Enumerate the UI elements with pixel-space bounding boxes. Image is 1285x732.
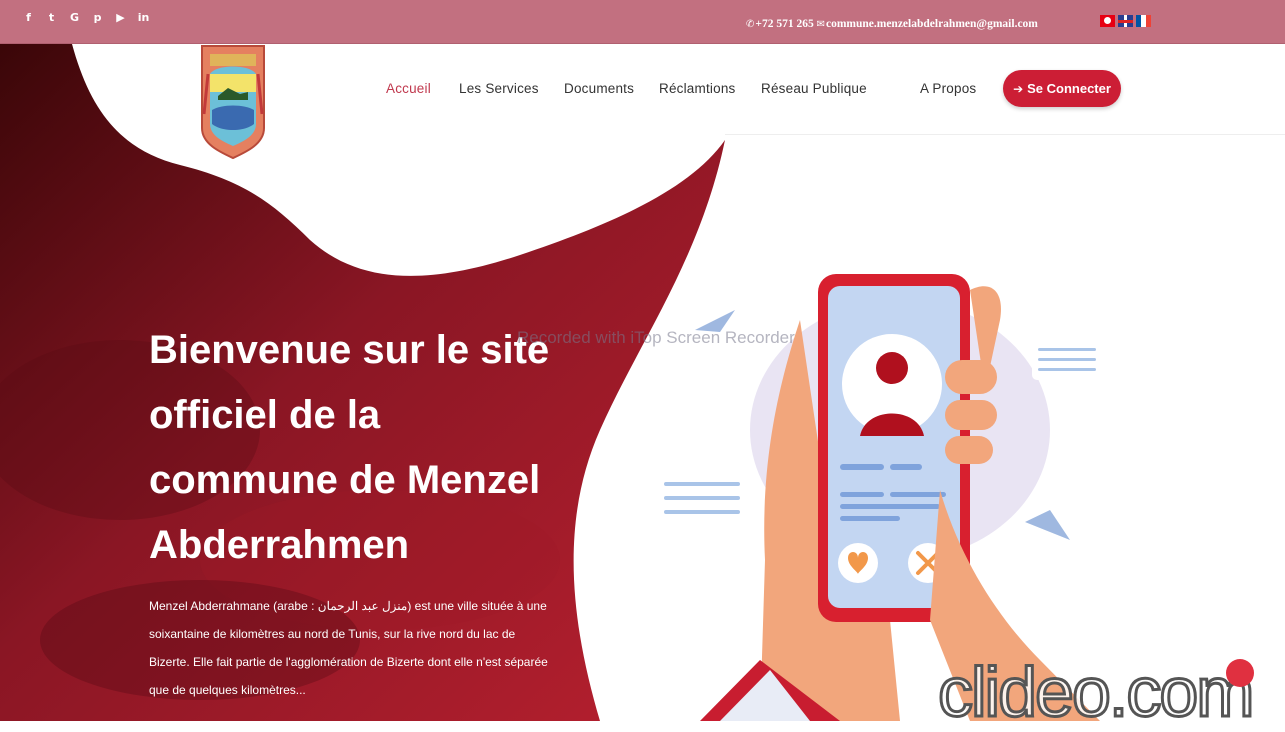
hero-title: Bienvenue sur le site officiel de la com… bbox=[149, 328, 550, 567]
social-links: f t G p ▶ in bbox=[22, 11, 150, 24]
youtube-icon[interactable]: ▶ bbox=[114, 11, 127, 24]
france-flag-icon[interactable] bbox=[1136, 15, 1151, 27]
recorder-watermark: Recorded with iTop Screen Recorder bbox=[517, 328, 795, 347]
phone-number: +72 571 265 bbox=[755, 18, 814, 30]
uk-flag-icon[interactable] bbox=[1118, 15, 1133, 27]
twitter-icon[interactable]: t bbox=[45, 11, 58, 24]
commune-logo[interactable] bbox=[200, 44, 266, 160]
envelope-icon: ✉ bbox=[816, 19, 825, 30]
facebook-icon[interactable]: f bbox=[22, 11, 35, 24]
nav-reseau-publique[interactable]: Réseau Publique bbox=[761, 81, 867, 96]
top-bar: f t G p ▶ in ✆+72 571 265 ✉commune.menze… bbox=[0, 0, 1285, 44]
linkedin-icon[interactable]: in bbox=[137, 11, 150, 24]
connect-button-label: Se Connecter bbox=[1027, 81, 1111, 96]
nav-a-propos[interactable]: A Propos bbox=[920, 81, 976, 96]
chat-bubble-icon[interactable] bbox=[1226, 659, 1254, 687]
nav-documents[interactable]: Documents bbox=[564, 81, 634, 96]
nav-reclamations[interactable]: Réclamtions bbox=[659, 81, 735, 96]
hero-description: Menzel Abderrahmane (arabe : منزل عبد ال… bbox=[149, 599, 548, 697]
email-address[interactable]: commune.menzelabdelrahmen@gmail.com bbox=[826, 18, 1038, 30]
contact-info: ✆+72 571 265 ✉commune.menzelabdelrahmen@… bbox=[746, 18, 1038, 30]
tunisia-flag-icon[interactable] bbox=[1100, 15, 1115, 27]
sign-in-icon: ➔ bbox=[1013, 81, 1024, 96]
connect-button[interactable]: ➔ Se Connecter bbox=[1003, 70, 1121, 107]
clideo-watermark: clideo.com bbox=[937, 652, 1257, 732]
pinterest-icon[interactable]: p bbox=[91, 11, 104, 24]
nav-les-services[interactable]: Les Services bbox=[459, 81, 539, 96]
nav-accueil[interactable]: Accueil bbox=[386, 81, 431, 96]
language-switcher bbox=[1100, 15, 1151, 27]
google-icon[interactable]: G bbox=[68, 11, 81, 24]
phone-icon: ✆ bbox=[746, 19, 755, 30]
